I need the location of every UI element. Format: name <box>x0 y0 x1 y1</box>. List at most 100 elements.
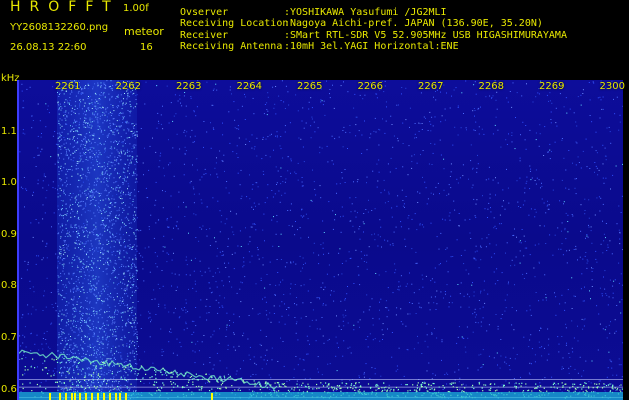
band-pixel <box>118 381 120 382</box>
noise-pixel <box>219 271 221 273</box>
noise-pixel <box>351 203 353 205</box>
band-pixel <box>109 231 111 233</box>
band-pixel <box>127 284 129 286</box>
noise-pixel <box>480 367 482 368</box>
noise-pixel <box>373 130 375 132</box>
noise-pixel <box>620 364 622 366</box>
noise-pixel <box>430 222 432 224</box>
noise-pixel <box>568 150 570 151</box>
band-pixel <box>122 329 124 331</box>
band-pixel <box>127 170 129 172</box>
band-pixel <box>59 118 61 120</box>
band-pixel <box>100 210 102 212</box>
noise-pixel <box>511 259 513 261</box>
band-pixel <box>93 212 95 214</box>
noise-pixel <box>282 341 284 342</box>
noise-pixel <box>51 322 53 324</box>
noise-pixel <box>313 181 315 183</box>
band-pixel <box>87 107 89 109</box>
noise-pixel <box>355 197 357 198</box>
band-pixel <box>98 292 99 294</box>
band-pixel <box>97 317 99 319</box>
noise-pixel <box>158 122 160 124</box>
band-pixel <box>93 376 95 378</box>
band-pixel <box>81 92 83 94</box>
band-pixel <box>116 338 118 340</box>
band-pixel <box>76 199 78 201</box>
noise-pixel <box>359 238 361 240</box>
band-pixel <box>126 322 128 324</box>
band-pixel <box>91 381 92 383</box>
band-pixel <box>70 125 71 127</box>
band-pixel <box>125 194 127 196</box>
band-pixel <box>131 249 132 250</box>
noise-pixel <box>601 293 603 295</box>
band-pixel <box>93 135 95 137</box>
band-pixel <box>58 177 60 179</box>
noise-pixel <box>185 206 187 208</box>
noise-pixel <box>302 146 304 148</box>
noise-pixel <box>491 256 493 258</box>
band-pixel <box>108 240 110 242</box>
noise-pixel <box>266 197 268 199</box>
band-pixel <box>73 319 75 321</box>
noise-pixel <box>144 103 146 105</box>
noise-pixel <box>419 224 421 226</box>
noise-pixel <box>320 286 322 288</box>
band-pixel <box>130 110 132 112</box>
band-pixel <box>93 290 95 291</box>
band-pixel <box>96 297 98 299</box>
noise-pixel <box>604 384 606 385</box>
noise-pixel <box>239 368 241 370</box>
noise-pixel <box>266 109 268 111</box>
band-pixel <box>82 124 84 126</box>
band-pixel <box>133 275 135 277</box>
noise-pixel <box>319 185 321 187</box>
noise-pixel <box>403 375 405 377</box>
ytick-label: 0.9 <box>1 228 17 240</box>
band-pixel <box>78 161 80 163</box>
band-pixel <box>129 227 131 229</box>
band-pixel <box>80 322 82 323</box>
band-pixel <box>126 121 128 123</box>
noise-pixel <box>602 163 604 165</box>
band-pixel <box>74 105 76 107</box>
band-pixel <box>118 345 120 347</box>
noise-pixel <box>30 222 32 224</box>
band-pixel <box>116 120 118 122</box>
noise-pixel <box>535 183 537 185</box>
band-pixel <box>73 363 75 365</box>
band-pixel <box>98 276 100 278</box>
noise-pixel <box>440 154 442 156</box>
band-pixel <box>58 276 60 278</box>
band-pixel <box>85 312 87 314</box>
band-pixel <box>92 382 94 384</box>
noise-pixel <box>596 167 598 169</box>
noise-pixel <box>138 191 140 193</box>
echo-dot <box>350 387 352 389</box>
band-pixel <box>79 152 81 154</box>
band-pixel <box>72 146 74 148</box>
band-pixel <box>136 155 138 157</box>
band-pixel <box>102 122 104 124</box>
noise-pixel <box>358 375 360 377</box>
band-pixel <box>81 184 83 186</box>
noise-pixel <box>603 233 605 235</box>
band-pixel <box>120 355 122 357</box>
band-pixel <box>119 126 121 128</box>
band-pixel <box>65 99 67 101</box>
band-pixel <box>120 94 122 96</box>
band-pixel <box>134 218 136 220</box>
noise-pixel <box>497 325 499 327</box>
noise-pixel <box>460 255 462 256</box>
noise-pixel <box>250 375 252 377</box>
noise-pixel <box>277 170 279 172</box>
band-pixel <box>98 337 100 339</box>
band-pixel <box>93 374 95 376</box>
noise-pixel <box>269 156 271 158</box>
band-pixel <box>114 128 116 130</box>
noise-pixel <box>618 205 620 207</box>
noise-pixel <box>456 178 458 180</box>
band-pixel <box>86 141 88 143</box>
noise-pixel <box>336 192 337 194</box>
